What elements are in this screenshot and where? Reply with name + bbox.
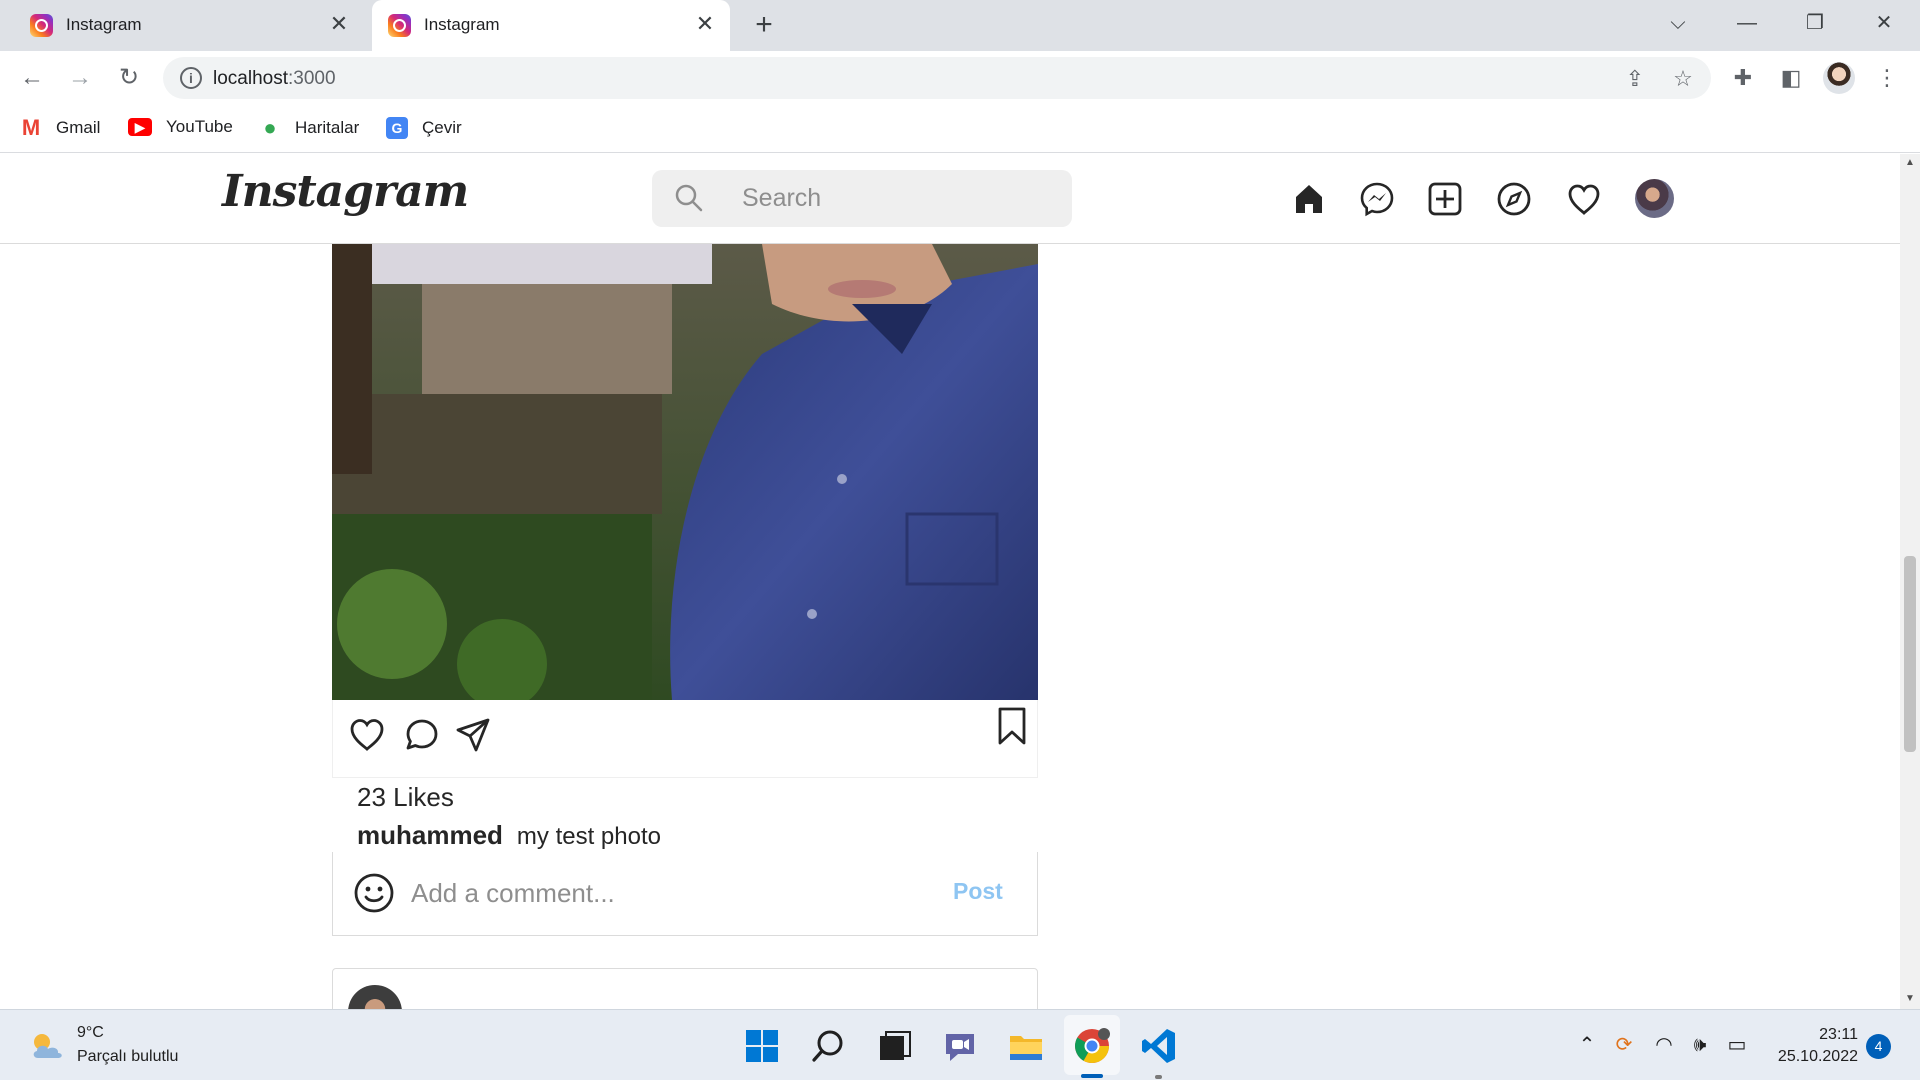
comment-box: Post xyxy=(332,852,1038,936)
post-photo[interactable] xyxy=(332,244,1038,700)
scroll-up-arrow-icon[interactable]: ▲ xyxy=(1904,156,1916,170)
side-panel-icon[interactable]: ◧ xyxy=(1776,63,1806,93)
reload-icon[interactable]: ↻ xyxy=(113,62,145,94)
battery-icon[interactable]: ▭ xyxy=(1724,1032,1750,1058)
emoji-smiley-icon[interactable] xyxy=(353,872,395,914)
close-tab-icon[interactable]: ✕ xyxy=(326,11,352,37)
clock-time: 23:11 xyxy=(1819,1026,1858,1043)
new-post-icon[interactable] xyxy=(1426,180,1464,218)
url-text[interactable]: localhost:3000 xyxy=(213,68,336,90)
bookmark-haritalar[interactable]: ● Haritalar xyxy=(259,115,360,140)
caption-text: my test photo xyxy=(516,823,661,850)
sync-icon[interactable]: ⟳ xyxy=(1611,1032,1637,1058)
explore-icon[interactable] xyxy=(1495,180,1533,218)
notification-badge[interactable]: 4 xyxy=(1866,1034,1891,1059)
browser-tab-strip: Instagram ✕ Instagram ✕ + ⌵ — ❐ ✕ xyxy=(0,0,1920,51)
vscode-open-indicator xyxy=(1155,1075,1162,1079)
task-view-icon[interactable] xyxy=(874,1026,914,1066)
bookmark-label: Haritalar xyxy=(295,118,360,137)
instagram-logo[interactable]: Instagram xyxy=(222,166,469,217)
page-scrollbar[interactable]: ▲ ▼ xyxy=(1900,154,1920,1009)
tab-title: Instagram xyxy=(66,15,142,34)
profile-avatar[interactable] xyxy=(1635,179,1674,218)
chevron-down-icon[interactable]: ⌄ xyxy=(406,174,424,200)
taskbar-search-icon[interactable] xyxy=(808,1026,848,1066)
url-host: localhost xyxy=(213,68,288,89)
bookmark-gmail[interactable]: M Gmail xyxy=(20,115,101,140)
bookmark-cevir[interactable]: G Çevir xyxy=(386,117,462,139)
screen: Instagram ✕ Instagram ✕ + ⌵ — ❐ ✕ ← → ↻ … xyxy=(0,0,1920,1080)
new-tab-button[interactable]: + xyxy=(748,8,780,42)
extensions-puzzle-icon[interactable]: ✚ xyxy=(1728,63,1758,93)
windows-start-icon[interactable] xyxy=(742,1026,782,1066)
youtube-icon: ▶ xyxy=(128,118,152,136)
bookmark-label: YouTube xyxy=(166,117,233,136)
browser-profile-avatar[interactable] xyxy=(1823,62,1855,94)
translate-icon: G xyxy=(386,117,408,139)
like-heart-icon[interactable] xyxy=(347,714,387,754)
comment-input[interactable] xyxy=(411,874,931,912)
next-post-avatar[interactable] xyxy=(348,985,402,1009)
post-caption: muhammed my test photo xyxy=(357,820,661,851)
chrome-icon[interactable] xyxy=(1072,1026,1112,1066)
show-hidden-icons-chevron-icon[interactable]: ⌃ xyxy=(1574,1032,1600,1058)
activity-heart-icon[interactable] xyxy=(1565,180,1603,218)
windows-taskbar: 9°C Parçalı bulutlu ⌃ ⟳ ◠ 🕪 ▭ 23:11 25.1… xyxy=(0,1009,1920,1080)
next-post-card xyxy=(332,968,1038,1009)
system-clock[interactable]: 23:11 25.10.2022 xyxy=(1772,1024,1858,1068)
site-info-icon[interactable]: i xyxy=(180,67,202,89)
instagram-header: Instagram ⌄ xyxy=(0,154,1900,244)
bookmark-label: Çevir xyxy=(422,118,462,137)
tab-search-chevron-icon[interactable]: ⌵ xyxy=(1658,6,1698,40)
clock-date: 25.10.2022 xyxy=(1777,1048,1858,1065)
instagram-favicon-icon xyxy=(30,14,53,37)
chrome-active-indicator xyxy=(1081,1074,1103,1078)
likes-count[interactable]: 23 Likes xyxy=(357,782,454,813)
weather-temperature[interactable]: 9°C xyxy=(77,1024,104,1042)
comment-icon[interactable] xyxy=(403,716,441,754)
vscode-icon[interactable] xyxy=(1139,1026,1179,1066)
address-bar[interactable]: i localhost:3000 ⇪ ☆ xyxy=(163,57,1711,99)
search-icon xyxy=(675,184,703,212)
gmail-icon: M xyxy=(21,115,41,140)
share-send-icon[interactable] xyxy=(454,716,492,754)
browser-toolbar: ← → ↻ i localhost:3000 ⇪ ☆ xyxy=(0,51,1920,105)
wifi-icon[interactable]: ◠ xyxy=(1651,1032,1677,1058)
url-port: :3000 xyxy=(288,68,336,89)
instagram-favicon-icon xyxy=(388,14,411,37)
caption-username[interactable]: muhammed xyxy=(357,820,503,850)
post-comment-button[interactable]: Post xyxy=(953,878,1003,905)
volume-icon[interactable]: 🕪 xyxy=(1687,1032,1713,1058)
messenger-icon[interactable] xyxy=(1358,180,1396,218)
search-box[interactable] xyxy=(652,170,1072,227)
forward-arrow-icon[interactable]: → xyxy=(64,62,96,94)
tab-title: Instagram xyxy=(424,15,500,34)
file-explorer-icon[interactable] xyxy=(1006,1026,1046,1066)
share-icon[interactable]: ⇪ xyxy=(1621,65,1649,93)
bookmark-label: Gmail xyxy=(56,118,101,137)
close-window-icon[interactable]: ✕ xyxy=(1864,6,1904,40)
partly-cloudy-icon[interactable] xyxy=(28,1030,68,1062)
weather-description[interactable]: Parçalı bulutlu xyxy=(77,1048,178,1066)
bookmarks-bar: M Gmail ▶ YouTube ● Haritalar G Çevir xyxy=(0,105,1920,153)
tab-instagram-2[interactable]: Instagram ✕ xyxy=(372,0,730,51)
post-actions xyxy=(332,700,1038,778)
close-tab-icon[interactable]: ✕ xyxy=(692,11,718,37)
scroll-down-arrow-icon[interactable]: ▼ xyxy=(1904,992,1916,1006)
restore-icon[interactable]: ❐ xyxy=(1795,6,1835,40)
tab-instagram-1[interactable]: Instagram ✕ xyxy=(14,0,364,51)
save-bookmark-icon[interactable] xyxy=(995,706,1029,746)
browser-menu-icon[interactable]: ⋮ xyxy=(1872,63,1902,93)
home-icon[interactable] xyxy=(1290,180,1328,218)
search-input[interactable] xyxy=(742,180,1042,217)
instagram-page: Instagram ⌄ Search 23 Likes muhammed my … xyxy=(0,154,1900,1009)
scrollbar-thumb[interactable] xyxy=(1904,556,1916,752)
minimize-icon[interactable]: — xyxy=(1727,6,1767,40)
teams-chat-icon[interactable] xyxy=(940,1026,980,1066)
maps-icon: ● xyxy=(263,115,277,140)
back-arrow-icon[interactable]: ← xyxy=(16,62,48,94)
bookmark-youtube[interactable]: ▶ YouTube xyxy=(128,117,233,137)
bookmark-star-icon[interactable]: ☆ xyxy=(1669,65,1697,93)
